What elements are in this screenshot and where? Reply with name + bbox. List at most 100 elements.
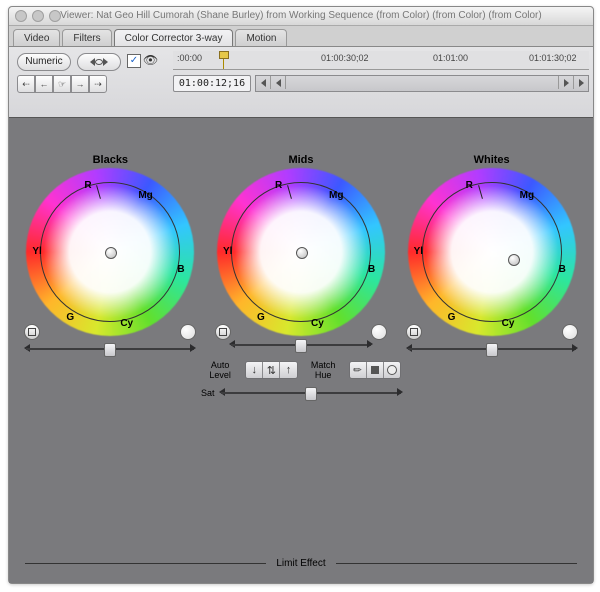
axis-mg: Mg (329, 190, 343, 201)
playhead[interactable] (223, 51, 224, 69)
minimize-icon[interactable] (32, 10, 44, 22)
whites-level-slider[interactable] (408, 342, 576, 356)
zoom-icon[interactable] (49, 10, 61, 22)
axis-r: R (275, 180, 282, 191)
limit-effect-label: Limit Effect (276, 558, 325, 569)
keyframe-strip[interactable] (255, 75, 589, 92)
blacks-color-wheel[interactable]: R Mg Yl B G Cy (26, 168, 194, 336)
chevron-left-icon (276, 79, 281, 87)
match-hue-eyedropper-button[interactable]: ✎ (350, 362, 367, 378)
blacks-group: Blacks R Mg Yl B G Cy (20, 154, 200, 356)
slider-knob[interactable] (104, 343, 116, 357)
tab-motion[interactable]: Motion (235, 29, 287, 46)
tab-filters[interactable]: Filters (62, 29, 111, 46)
whites-group: Whites R Mg Yl B G Cy (402, 154, 582, 356)
axis-cy: Cy (311, 318, 324, 329)
whites-color-wheel[interactable]: R Mg Yl B G Cy (408, 168, 576, 336)
match-hue-reset-button[interactable] (384, 362, 400, 378)
close-icon[interactable] (15, 10, 27, 22)
axis-yl: Yl (32, 246, 41, 257)
axis-g: G (448, 312, 456, 323)
copy-to-1fwd-button[interactable]: → (71, 75, 89, 93)
chevron-left-icon (78, 58, 95, 66)
visibility-eye-icon[interactable]: 👁 (143, 53, 158, 67)
viewer-tabs: Video Filters Color Corrector 3-way Moti… (9, 26, 593, 47)
mids-eyedropper-button[interactable] (371, 324, 387, 340)
slider-max-icon (367, 340, 373, 348)
balance-handle[interactable] (508, 254, 520, 266)
numeric-button[interactable]: Numeric (17, 53, 71, 71)
current-timecode-field[interactable]: 01:00:12;16 (173, 75, 251, 92)
divider-line (25, 563, 266, 564)
auto-white-button[interactable]: ↑ (280, 362, 296, 378)
match-hue-swatch-button[interactable] (367, 362, 384, 378)
axis-yl: Yl (223, 246, 232, 257)
copy-paste-group: ⇠ ← ☞ → ⇢ (17, 75, 107, 93)
divider-line (336, 563, 577, 564)
saturation-slider[interactable] (221, 386, 401, 400)
mids-reset-button[interactable] (215, 324, 231, 340)
clip-nav-buttons[interactable] (77, 53, 121, 71)
axis-b: B (177, 264, 184, 275)
blacks-eyedropper-button[interactable] (180, 324, 196, 340)
copy-from-1back-button[interactable]: ← (35, 75, 53, 93)
whites-label: Whites (402, 154, 582, 166)
whites-reset-button[interactable] (406, 324, 422, 340)
mini-timeline: :00:00 01:00:30;02 01:01:00 01:01:30;02 … (169, 47, 593, 117)
chevron-left-icon (261, 79, 266, 87)
prev-clip-button[interactable] (78, 54, 95, 70)
slider-knob[interactable] (486, 343, 498, 357)
window-title: Viewer: Nat Geo Hill Cumorah (Shane Burl… (60, 10, 541, 21)
window-titlebar: Viewer: Nat Geo Hill Cumorah (Shane Burl… (9, 7, 593, 26)
mids-label: Mids (211, 154, 391, 166)
axis-b: B (559, 264, 566, 275)
limit-effect-divider[interactable]: Limit Effect (25, 558, 577, 569)
slider-max-icon (572, 344, 578, 352)
auto-contrast-button[interactable]: ⇅ (263, 362, 280, 378)
tab-color-corrector-3way[interactable]: Color Corrector 3-way (114, 29, 234, 46)
window-traffic-lights[interactable] (15, 10, 61, 22)
balance-handle[interactable] (296, 247, 308, 259)
prev-keyframe-button-2[interactable] (271, 76, 286, 89)
blacks-label: Blacks (20, 154, 200, 166)
viewer-window: Viewer: Nat Geo Hill Cumorah (Shane Burl… (8, 6, 594, 584)
ruler[interactable]: :00:00 01:00:30;02 01:01:00 01:01:30;02 (173, 51, 589, 70)
axis-g: G (66, 312, 74, 323)
ruler-label: :00:00 (177, 53, 202, 63)
next-keyframe-button[interactable] (573, 76, 588, 89)
copy-to-2fwd-button[interactable]: ⇢ (89, 75, 107, 93)
axis-r: R (84, 180, 91, 191)
slider-max-icon (190, 344, 196, 352)
match-hue-label: Match Hue (304, 360, 343, 380)
slider-max-icon (397, 388, 403, 396)
slider-knob[interactable] (305, 387, 317, 401)
axis-cy: Cy (502, 318, 515, 329)
copy-from-2back-button[interactable]: ⇠ (17, 75, 35, 93)
next-keyframe-button-2[interactable] (558, 76, 573, 89)
mids-level-slider[interactable] (231, 338, 371, 352)
eyedropper-icon: ✎ (351, 363, 365, 377)
chevron-right-icon (103, 58, 120, 66)
circle-icon (387, 365, 397, 375)
auto-black-button[interactable]: ↓ (246, 362, 263, 378)
axis-r: R (466, 180, 473, 191)
auto-level-buttons: ↓ ⇅ ↑ (245, 361, 297, 379)
slider-knob[interactable] (295, 339, 307, 353)
effect-enabled-checkbox[interactable]: ✓ (127, 54, 141, 68)
color-corrector-panel: Blacks R Mg Yl B G Cy (9, 117, 593, 583)
tab-video[interactable]: Video (13, 29, 60, 46)
ruler-label: 01:01:30;02 (529, 53, 577, 63)
whites-eyedropper-button[interactable] (562, 324, 578, 340)
chevron-right-icon (579, 79, 584, 87)
axis-b: B (368, 264, 375, 275)
match-hue-buttons: ✎ (349, 361, 401, 379)
blacks-reset-button[interactable] (24, 324, 40, 340)
prev-keyframe-button[interactable] (256, 76, 271, 89)
next-clip-button[interactable] (103, 54, 120, 70)
blacks-level-slider[interactable] (26, 342, 194, 356)
drag-filter-button[interactable]: ☞ (53, 75, 71, 93)
keyframe-icon (95, 59, 103, 65)
mids-group: Mids R Mg Yl B G Cy (211, 154, 391, 356)
mids-color-wheel[interactable]: R Mg Yl B G Cy (217, 168, 385, 336)
wheel-boundary (422, 182, 562, 322)
